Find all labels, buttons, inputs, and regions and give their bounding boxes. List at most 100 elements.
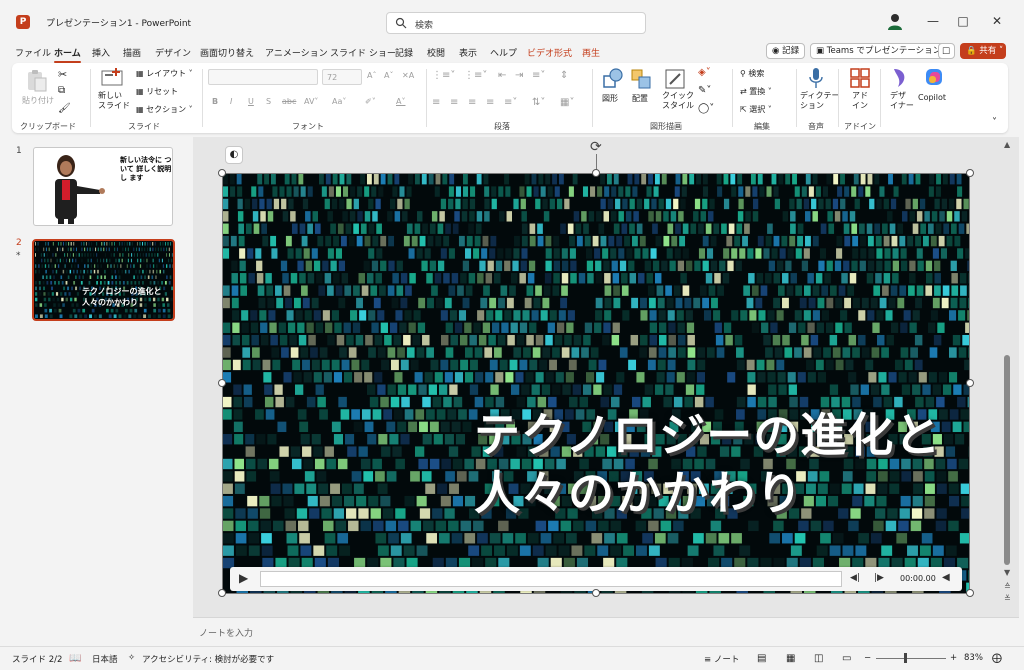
tab-review[interactable]: 校閲: [427, 46, 445, 59]
tab-video-format[interactable]: ビデオ形式: [527, 46, 572, 59]
language-indicator[interactable]: 日本語: [92, 653, 118, 665]
resize-handle[interactable]: [218, 169, 226, 177]
slide-thumbnail-1[interactable]: 新しい法令に ついて 詳しく説明し ます: [33, 147, 173, 226]
designer-button[interactable]: [890, 67, 910, 92]
replace-button[interactable]: ⇄ 置換 ˅: [740, 86, 772, 97]
tab-design[interactable]: デザイン: [155, 46, 191, 59]
vertical-scrollbar[interactable]: [1004, 355, 1010, 565]
justify-icon[interactable]: ≡: [486, 97, 494, 108]
play-icon[interactable]: ▶: [239, 571, 248, 585]
resize-handle[interactable]: [966, 379, 974, 387]
columns-icon[interactable]: ≡˅: [504, 97, 517, 108]
shape-outline-icon[interactable]: ✎˅: [698, 85, 711, 96]
layout-button[interactable]: ▦ レイアウト ˅: [136, 68, 193, 79]
align-right-icon[interactable]: ≡: [468, 97, 476, 108]
previous-slide-icon[interactable]: ≙: [1004, 582, 1011, 591]
volume-icon[interactable]: ◀: [942, 572, 950, 583]
grow-font-icon[interactable]: Aˆ: [367, 71, 376, 80]
font-family-select[interactable]: [208, 69, 318, 85]
highlight-icon[interactable]: ✐˅: [365, 97, 376, 106]
find-button[interactable]: ⚲ 検索: [740, 68, 764, 79]
increase-indent-icon[interactable]: ⇥: [515, 70, 523, 81]
spellcheck-icon[interactable]: 📖: [69, 653, 81, 664]
tab-file[interactable]: ファイル: [15, 46, 51, 59]
resize-handle[interactable]: [966, 589, 974, 597]
reset-button[interactable]: ▦ リセット: [136, 86, 178, 97]
zoom-in-icon[interactable]: +: [950, 653, 957, 663]
rotate-handle-icon[interactable]: ⟳: [590, 139, 602, 155]
line-spacing-icon[interactable]: ≡˅: [532, 70, 545, 81]
quick-style-button[interactable]: [664, 68, 686, 93]
strikethrough-icon[interactable]: abc: [282, 97, 296, 106]
bullets-icon[interactable]: ⋮≡˅: [432, 70, 455, 81]
font-color-icon[interactable]: A˅: [396, 97, 405, 106]
clear-format-icon[interactable]: ✕A: [402, 71, 414, 80]
cut-icon[interactable]: ✂: [58, 68, 67, 81]
collapse-ribbon-icon[interactable]: ˅: [992, 117, 997, 128]
maximize-button[interactable]: □: [948, 10, 978, 32]
char-spacing-icon[interactable]: AV˅: [304, 97, 318, 106]
slideshow-view-icon[interactable]: ▭: [842, 653, 851, 664]
account-avatar-icon[interactable]: [887, 13, 903, 31]
tab-home[interactable]: ホーム: [54, 46, 81, 63]
decrease-indent-icon[interactable]: ⇤: [498, 70, 506, 81]
shape-fill-icon[interactable]: ◈˅: [698, 67, 711, 78]
comments-button[interactable]: □: [938, 43, 955, 59]
underline-icon[interactable]: U: [248, 97, 254, 106]
new-slide-button[interactable]: [100, 68, 124, 91]
resize-handle[interactable]: [218, 589, 226, 597]
zoom-out-icon[interactable]: −: [864, 653, 871, 663]
dictate-button[interactable]: [808, 67, 824, 92]
format-painter-icon[interactable]: 🖌: [58, 103, 71, 114]
slide-sorter-icon[interactable]: ▦: [786, 653, 795, 664]
resize-handle[interactable]: [218, 379, 226, 387]
text-direction-icon[interactable]: ⇅˅: [532, 97, 545, 108]
italic-icon[interactable]: I: [230, 97, 232, 106]
bold-icon[interactable]: B: [212, 97, 218, 106]
scroll-down-icon[interactable]: ▼: [1004, 568, 1010, 577]
tab-slideshow[interactable]: スライド ショー: [330, 46, 396, 59]
change-case-icon[interactable]: Aa˅: [332, 97, 346, 106]
copy-icon[interactable]: ⧉: [58, 85, 65, 96]
current-slide[interactable]: テクノロジーの進化と 人々のかかわり: [222, 173, 970, 594]
numbering-icon[interactable]: ⋮≡˅: [464, 70, 487, 81]
slide-thumbnail-2[interactable]: テクノロジーの進化と人々のかかわり: [32, 239, 175, 321]
teams-present-button[interactable]: ▣ Teams でプレゼンテーション: [810, 43, 948, 59]
tab-animations[interactable]: アニメーション: [265, 46, 328, 59]
resize-handle[interactable]: [966, 169, 974, 177]
smartart-icon[interactable]: ▦˅: [560, 97, 574, 108]
align-left-icon[interactable]: ≡: [432, 97, 440, 108]
skip-forward-icon[interactable]: |▶: [874, 573, 884, 583]
shrink-font-icon[interactable]: Aˇ: [384, 71, 393, 80]
accessibility-status[interactable]: アクセシビリティ: 検討が必要です: [142, 653, 274, 665]
paste-button[interactable]: [26, 69, 48, 96]
tab-view[interactable]: 表示: [459, 46, 477, 59]
skip-back-icon[interactable]: ◀|: [850, 573, 860, 583]
notes-button[interactable]: ≡ ノート: [704, 653, 739, 665]
slide-title[interactable]: テクノロジーの進化と 人々のかかわり: [474, 406, 970, 522]
copilot-button[interactable]: [924, 67, 944, 90]
shadow-icon[interactable]: S: [266, 97, 271, 106]
addins-button[interactable]: [850, 68, 870, 91]
normal-view-icon[interactable]: ▤: [757, 653, 766, 664]
fit-to-window-icon[interactable]: ⨁: [992, 653, 1002, 664]
tab-transitions[interactable]: 画面切り替え: [200, 46, 254, 59]
layout-options-icon[interactable]: ◐: [225, 146, 243, 164]
accessibility-icon[interactable]: ✧: [128, 653, 135, 663]
tab-help[interactable]: ヘルプ: [490, 46, 517, 59]
resize-handle[interactable]: [592, 589, 600, 597]
select-button[interactable]: ⇱ 選択 ˅: [740, 104, 772, 115]
zoom-slider-thumb[interactable]: [904, 653, 907, 663]
search-input[interactable]: 検索: [386, 12, 646, 34]
tab-insert[interactable]: 挿入: [92, 46, 110, 59]
align-text-icon[interactable]: ⇕: [560, 70, 568, 81]
resize-handle[interactable]: [592, 169, 600, 177]
font-size-select[interactable]: 72: [322, 69, 362, 85]
tab-record[interactable]: 記録: [395, 46, 413, 59]
arrange-button[interactable]: [630, 68, 652, 93]
notes-pane[interactable]: ノートを入力: [193, 617, 1019, 645]
shape-effects-icon[interactable]: ◯˅: [698, 103, 714, 114]
share-button[interactable]: 🔒 共有 ˅: [960, 43, 1006, 59]
zoom-slider[interactable]: [876, 658, 946, 659]
zoom-level[interactable]: 83%: [964, 653, 983, 663]
